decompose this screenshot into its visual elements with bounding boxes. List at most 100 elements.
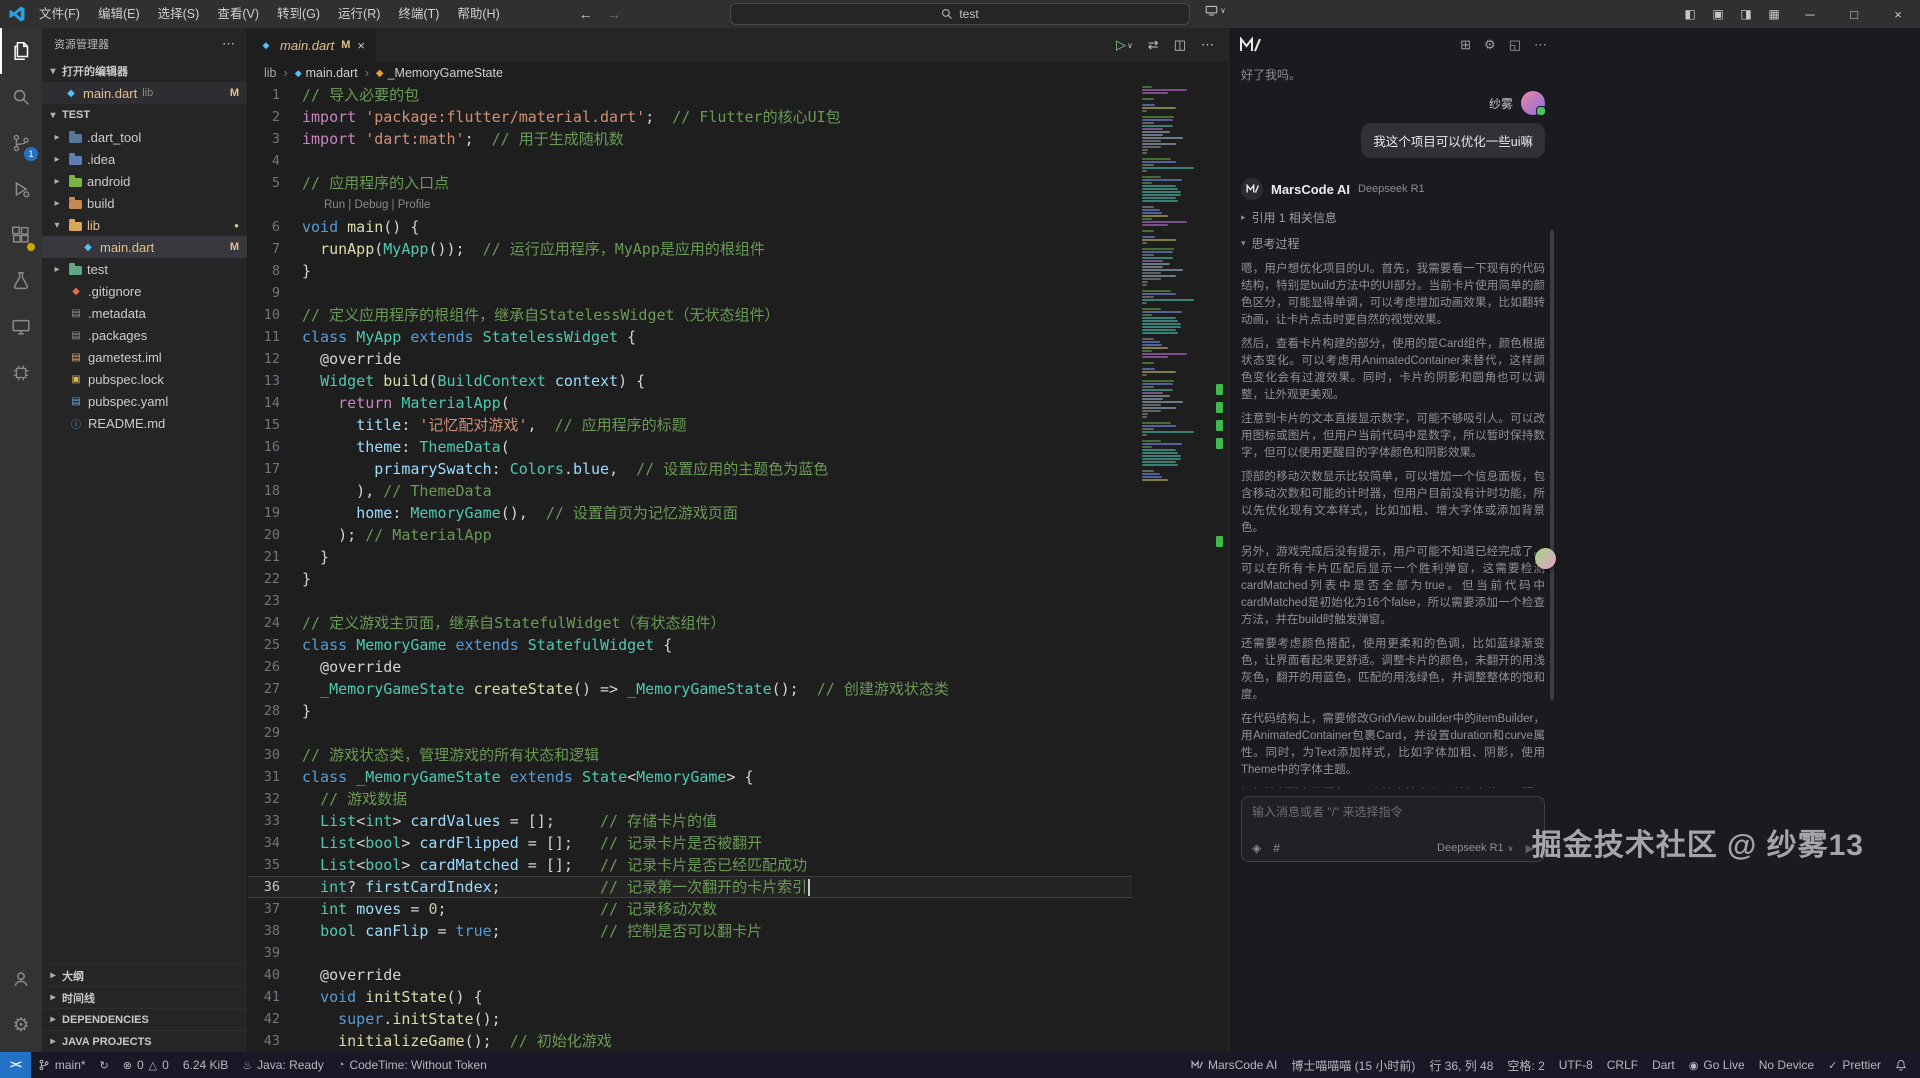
tree-item-gametest.iml[interactable]: ▤gametest.iml (42, 346, 247, 368)
line-number[interactable]: 25 (248, 634, 302, 656)
line-number[interactable]: 10 (248, 304, 302, 326)
line-number[interactable]: 23 (248, 590, 302, 612)
prettier-item[interactable]: ✓Prettier (1821, 1052, 1888, 1078)
code-line[interactable]: 1// 导入必要的包 (248, 84, 1132, 106)
code-line[interactable]: 26 @override (248, 656, 1132, 678)
tab-main-dart[interactable]: ◆ main.dart M × (248, 28, 377, 62)
line-number[interactable]: 31 (248, 766, 302, 788)
line-number[interactable]: 26 (248, 656, 302, 678)
line-number[interactable]: 13 (248, 370, 302, 392)
tree-item-build[interactable]: ▸build (42, 192, 247, 214)
nav-forward-icon[interactable]: → (607, 6, 621, 22)
line-number[interactable]: 30 (248, 744, 302, 766)
code-line[interactable]: 12 @override (248, 348, 1132, 370)
line-number[interactable]: 3 (248, 128, 302, 150)
cursor-position-item[interactable]: 行 36, 列 48 (1422, 1052, 1500, 1078)
new-chat-icon[interactable]: ⊞ (1460, 37, 1471, 53)
sidebar-section-大纲[interactable]: ▸大纲 (42, 964, 247, 986)
workspace-root-section[interactable]: ▾ TEST (42, 104, 247, 126)
tree-item-.gitignore[interactable]: ◆.gitignore (42, 280, 247, 302)
code-line[interactable]: 39 (248, 942, 1132, 964)
line-number[interactable]: 43 (248, 1030, 302, 1052)
tree-item-pubspec.lock[interactable]: ▣pubspec.lock (42, 368, 247, 390)
code-line[interactable]: 43 initializeGame(); // 初始化游戏 (248, 1030, 1132, 1052)
code-line[interactable]: 19 home: MemoryGame(), // 设置首页为记忆游戏页面 (248, 502, 1132, 524)
remote-indicator[interactable]: >< (0, 1052, 31, 1078)
line-number[interactable]: 11 (248, 326, 302, 348)
tree-item-test[interactable]: ▸test (42, 258, 247, 280)
code-line[interactable]: 28} (248, 700, 1132, 722)
settings-button[interactable]: ⚙ (0, 1002, 42, 1048)
encoding-item[interactable]: UTF-8 (1552, 1052, 1600, 1078)
nav-back-icon[interactable]: ← (579, 6, 593, 22)
accounts-button[interactable] (0, 956, 42, 1002)
git-branch-item[interactable]: main* (31, 1052, 93, 1078)
line-number[interactable]: 27 (248, 678, 302, 700)
tree-item-pubspec.yaml[interactable]: ▤pubspec.yaml (42, 390, 247, 412)
code-line[interactable]: 25class MemoryGame extends StatefulWidge… (248, 634, 1132, 656)
code-line[interactable]: 10// 定义应用程序的根组件，继承自StatelessWidget（无状态组件… (248, 304, 1132, 326)
breadcrumb-symbol[interactable]: ◆_MemoryGameState (376, 66, 503, 80)
line-number[interactable]: 19 (248, 502, 302, 524)
line-number[interactable]: 7 (248, 238, 302, 260)
maximize-button[interactable]: □ (1832, 0, 1876, 28)
line-number[interactable]: 42 (248, 1008, 302, 1030)
line-number[interactable]: 21 (248, 546, 302, 568)
thinking-toggle[interactable]: ▾ 思考过程 (1241, 235, 1545, 252)
file-size-item[interactable]: 6.24 KiB (176, 1052, 235, 1078)
code-line[interactable]: 11class MyApp extends StatelessWidget { (248, 326, 1132, 348)
minimap[interactable] (1142, 86, 1204, 482)
code-line[interactable]: 42 super.initState(); (248, 1008, 1132, 1030)
toggle-panel-icon[interactable]: ▣ (1704, 7, 1732, 21)
explorer-more-icon[interactable]: ⋯ (222, 36, 235, 52)
tab-close-icon[interactable]: × (357, 38, 365, 53)
code-line[interactable]: 29 (248, 722, 1132, 744)
toggle-sidebar-icon[interactable]: ◧ (1676, 7, 1704, 21)
line-number[interactable]: 38 (248, 920, 302, 942)
activity-explorer[interactable] (0, 28, 42, 74)
chat-input-box[interactable]: ◈ # Deepseek R1∨ ▶ (1241, 796, 1545, 862)
code-line[interactable]: 32 // 游戏数据 (248, 788, 1132, 810)
user-avatar[interactable] (1521, 91, 1545, 115)
line-number[interactable]: 17 (248, 458, 302, 480)
line-number[interactable]: 15 (248, 414, 302, 436)
line-number[interactable]: 41 (248, 986, 302, 1008)
line-number[interactable]: 22 (248, 568, 302, 590)
line-number[interactable]: 6 (248, 216, 302, 238)
code-line[interactable]: 36 int? firstCardIndex; // 记录第一次翻开的卡片索引 (248, 876, 1132, 898)
menu-item[interactable]: 运行(R) (329, 0, 389, 28)
code-line[interactable]: 21 } (248, 546, 1132, 568)
code-line[interactable]: 40 @override (248, 964, 1132, 986)
line-number[interactable]: 2 (248, 106, 302, 128)
code-line[interactable]: 6void main() { (248, 216, 1132, 238)
screencast-icon[interactable]: ∨ (1205, 4, 1226, 17)
line-number[interactable]: 39 (248, 942, 302, 964)
language-mode-item[interactable]: Dart (1645, 1052, 1682, 1078)
line-number[interactable]: 32 (248, 788, 302, 810)
code-line[interactable]: 30// 游戏状态类，管理游戏的所有状态和逻辑 (248, 744, 1132, 766)
code-line[interactable]: 27 _MemoryGameState createState() => _Me… (248, 678, 1132, 700)
code-line[interactable]: 38 bool canFlip = true; // 控制是否可以翻卡片 (248, 920, 1132, 942)
overview-ruler[interactable] (1215, 84, 1225, 1052)
chat-history[interactable]: 好了我吗。 纱雾 我这个项目可以优化一些ui嘛 MarsCode AI Deep… (1229, 62, 1557, 788)
indentation-item[interactable]: 空格: 2 (1500, 1052, 1551, 1078)
tree-item-android[interactable]: ▸android (42, 170, 247, 192)
tree-item-.idea[interactable]: ▸.idea (42, 148, 247, 170)
codelens[interactable]: Run | Debug | Profile (248, 194, 1132, 216)
code-line[interactable]: 13 Widget build(BuildContext context) { (248, 370, 1132, 392)
line-number[interactable]: 20 (248, 524, 302, 546)
line-number[interactable]: 1 (248, 84, 302, 106)
sidebar-section-时间线[interactable]: ▸时间线 (42, 986, 247, 1008)
line-number[interactable]: 4 (248, 150, 302, 172)
line-number[interactable]: 37 (248, 898, 302, 920)
code-line[interactable]: 4 (248, 150, 1132, 172)
breadcrumb-folder[interactable]: lib (264, 66, 277, 80)
sync-button[interactable]: ↻ (93, 1052, 116, 1078)
code-line[interactable]: 16 theme: ThemeData( (248, 436, 1132, 458)
tree-item-README.md[interactable]: ⓘREADME.md (42, 412, 247, 434)
skills-icon[interactable]: ◈ (1252, 841, 1261, 855)
code-line[interactable]: 7 runApp(MyApp()); // 运行应用程序，MyApp是应用的根组… (248, 238, 1132, 260)
settings-gear-icon[interactable]: ⚙ (1484, 37, 1496, 53)
code-line[interactable]: 35 List<bool> cardMatched = []; // 记录卡片是… (248, 854, 1132, 876)
code-line[interactable]: 31class _MemoryGameState extends State<M… (248, 766, 1132, 788)
